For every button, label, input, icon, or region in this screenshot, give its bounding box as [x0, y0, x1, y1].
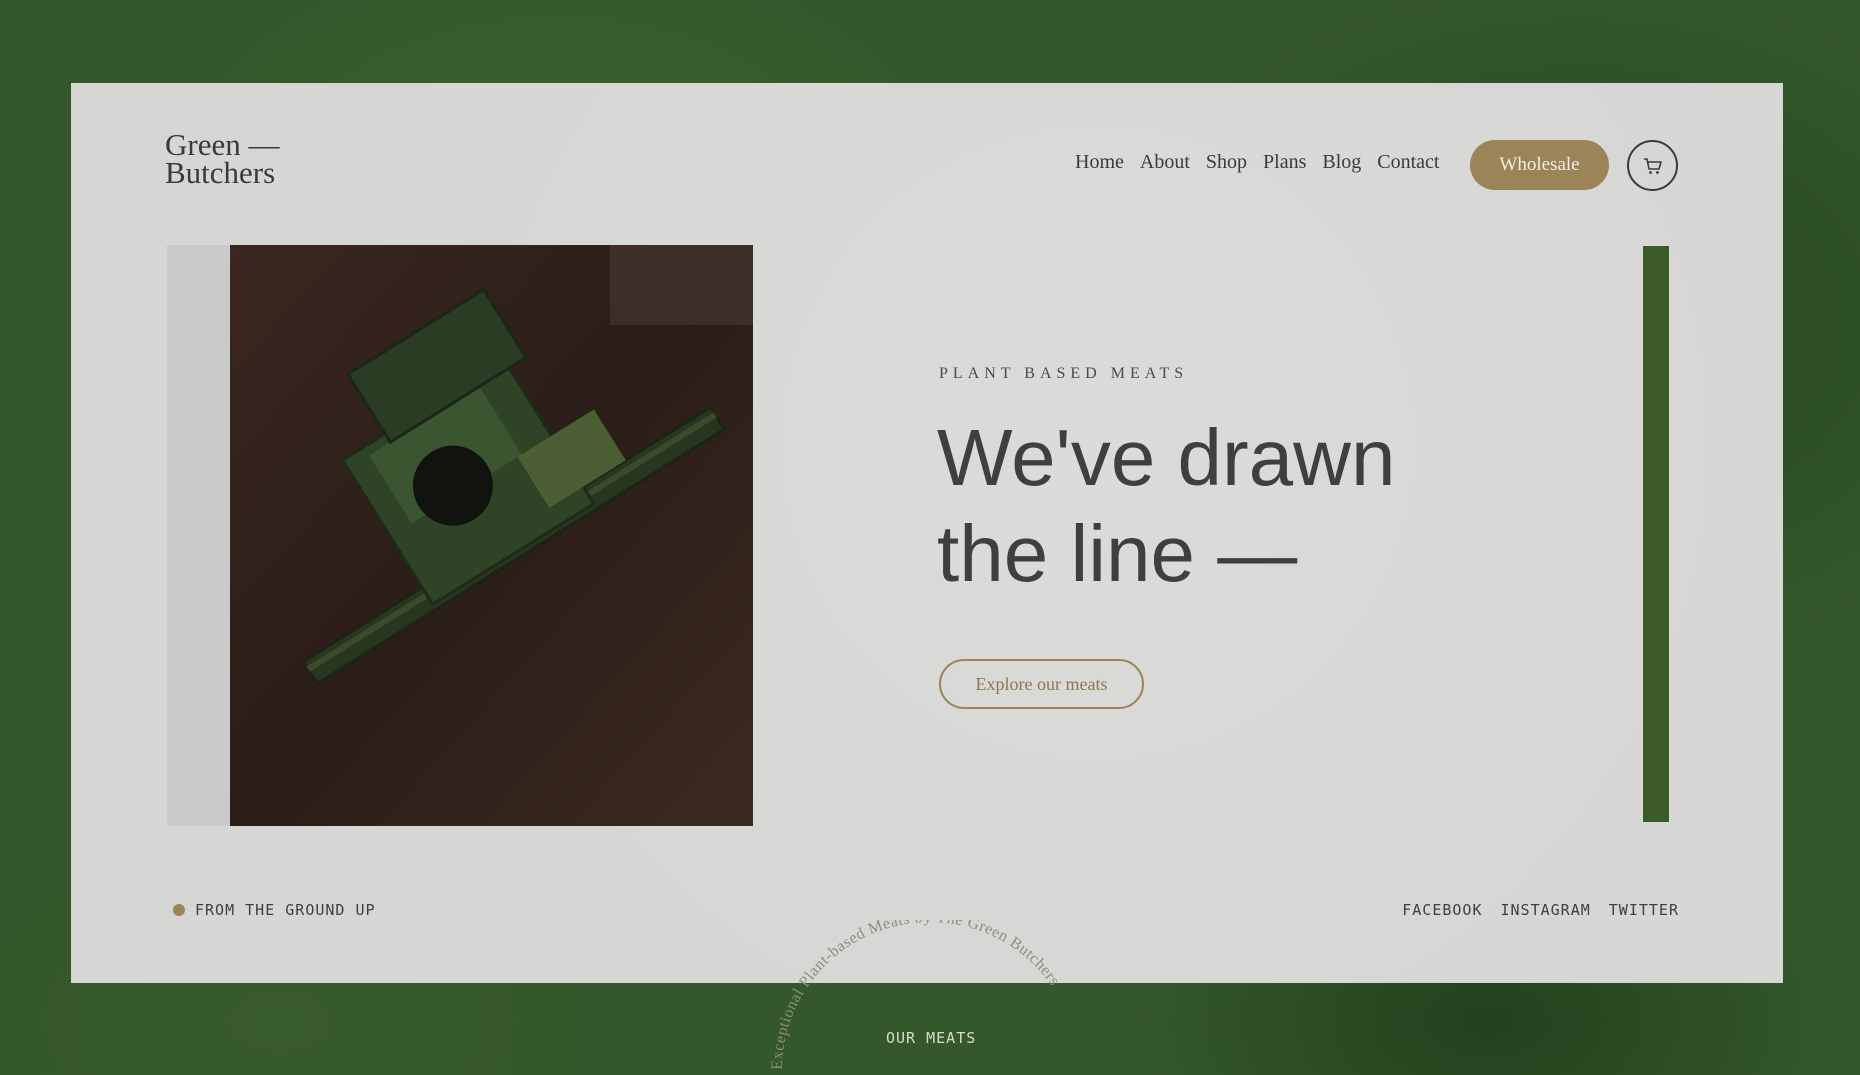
nav-about[interactable]: About [1140, 151, 1190, 174]
headline-line-1: We've drawn [937, 413, 1396, 502]
harvester-image [230, 245, 753, 826]
twitter-link[interactable]: TWITTER [1609, 901, 1679, 919]
social-links: FACEBOOK INSTAGRAM TWITTER [1402, 901, 1679, 919]
nav-contact[interactable]: Contact [1377, 151, 1439, 174]
hero-eyebrow: PLANT BASED MEATS [939, 365, 1189, 382]
brand-logo[interactable]: Green — Butchers [165, 129, 279, 190]
cart-button[interactable] [1627, 140, 1678, 191]
nav-home[interactable]: Home [1075, 151, 1124, 174]
circle-tagline-text: Exceptional Plant-based Meats by The Gre… [769, 920, 1063, 1070]
image-side-strip [167, 245, 230, 826]
circular-tagline[interactable]: Exceptional Plant-based Meats by The Gre… [760, 920, 1100, 1075]
accent-bar [1643, 246, 1669, 822]
facebook-link[interactable]: FACEBOOK [1402, 901, 1482, 919]
tagline: FROM THE GROUND UP [173, 901, 376, 919]
hero-card: Green — Butchers Home About Shop Plans B… [71, 83, 1783, 983]
our-meats-link[interactable]: OUR MEATS [886, 1029, 976, 1047]
cart-icon [1643, 157, 1662, 174]
bullet-dot [173, 904, 185, 916]
nav-shop[interactable]: Shop [1206, 151, 1247, 174]
main-nav: Home About Shop Plans Blog Contact [1075, 151, 1439, 174]
hero-headline: We've drawn the line — [937, 410, 1395, 602]
instagram-link[interactable]: INSTAGRAM [1501, 901, 1591, 919]
nav-blog[interactable]: Blog [1322, 151, 1361, 174]
explore-meats-button[interactable]: Explore our meats [939, 659, 1144, 709]
headline-line-2: the line — [937, 509, 1298, 598]
tagline-text: FROM THE GROUND UP [195, 901, 376, 919]
brand-line-2: Butchers [165, 155, 276, 190]
nav-plans[interactable]: Plans [1263, 151, 1306, 174]
svg-text:Exceptional Plant-based Meats: Exceptional Plant-based Meats by The Gre… [769, 920, 1063, 1070]
wholesale-button[interactable]: Wholesale [1470, 140, 1609, 190]
